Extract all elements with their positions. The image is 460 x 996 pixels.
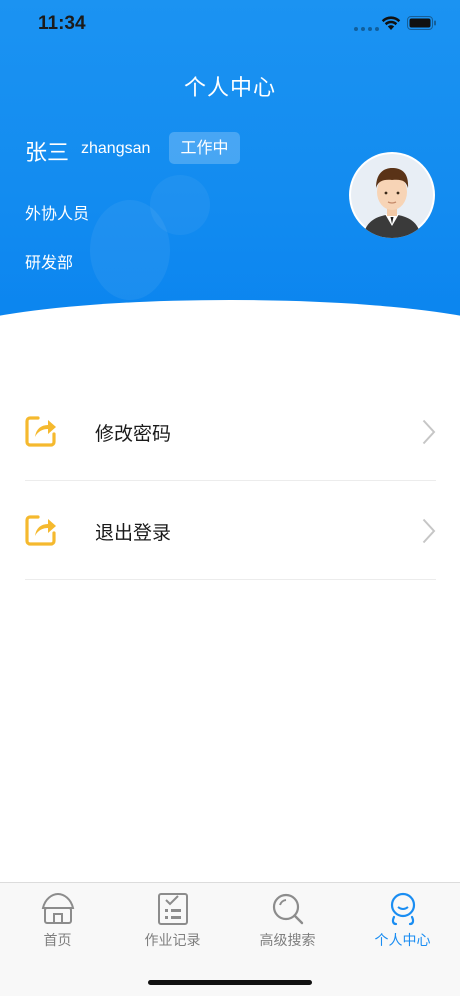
- tab-advanced-search[interactable]: 高级搜索: [230, 883, 345, 963]
- tab-label: 高级搜索: [259, 933, 316, 949]
- menu-item-change-password[interactable]: 修改密码: [25, 382, 436, 481]
- avatar[interactable]: [349, 152, 435, 238]
- tab-label: 个人中心: [374, 933, 431, 949]
- status-badge: 工作中: [169, 132, 240, 164]
- edit-share-icon: [25, 515, 56, 546]
- chevron-right-icon: [422, 518, 436, 544]
- signal-dots-icon: [354, 27, 379, 31]
- menu-item-logout[interactable]: 退出登录: [25, 481, 436, 580]
- tab-bar: 首页 作业记录 高级搜索 个人中心: [0, 882, 460, 996]
- avatar-person-icon: [351, 154, 433, 238]
- status-time: 11:34: [38, 13, 86, 34]
- user-account: zhangsan: [81, 140, 151, 157]
- menu-label: 修改密码: [95, 423, 172, 445]
- tab-work-records[interactable]: 作业记录: [115, 883, 230, 963]
- chevron-right-icon: [422, 419, 436, 445]
- header-wave: [0, 300, 460, 340]
- tab-home[interactable]: 首页: [0, 883, 115, 963]
- menu-label: 退出登录: [95, 522, 172, 544]
- profile-icon: [390, 892, 416, 926]
- checklist-icon: [158, 893, 188, 925]
- search-icon: [272, 893, 304, 925]
- tab-profile[interactable]: 个人中心: [345, 883, 460, 963]
- tab-label: 作业记录: [144, 933, 201, 949]
- home-icon: [41, 892, 75, 924]
- user-role: 外协人员: [25, 204, 90, 223]
- home-indicator: [148, 980, 312, 985]
- battery-icon: [407, 16, 436, 30]
- wifi-icon: [381, 16, 401, 30]
- decorative-bubble: [150, 175, 210, 235]
- user-department: 研发部: [25, 253, 74, 272]
- edit-share-icon: [25, 416, 56, 447]
- user-name: 张三: [25, 141, 70, 166]
- status-bar: 11:34: [0, 0, 460, 52]
- tab-label: 首页: [43, 933, 72, 949]
- page-title: 个人中心: [183, 76, 276, 101]
